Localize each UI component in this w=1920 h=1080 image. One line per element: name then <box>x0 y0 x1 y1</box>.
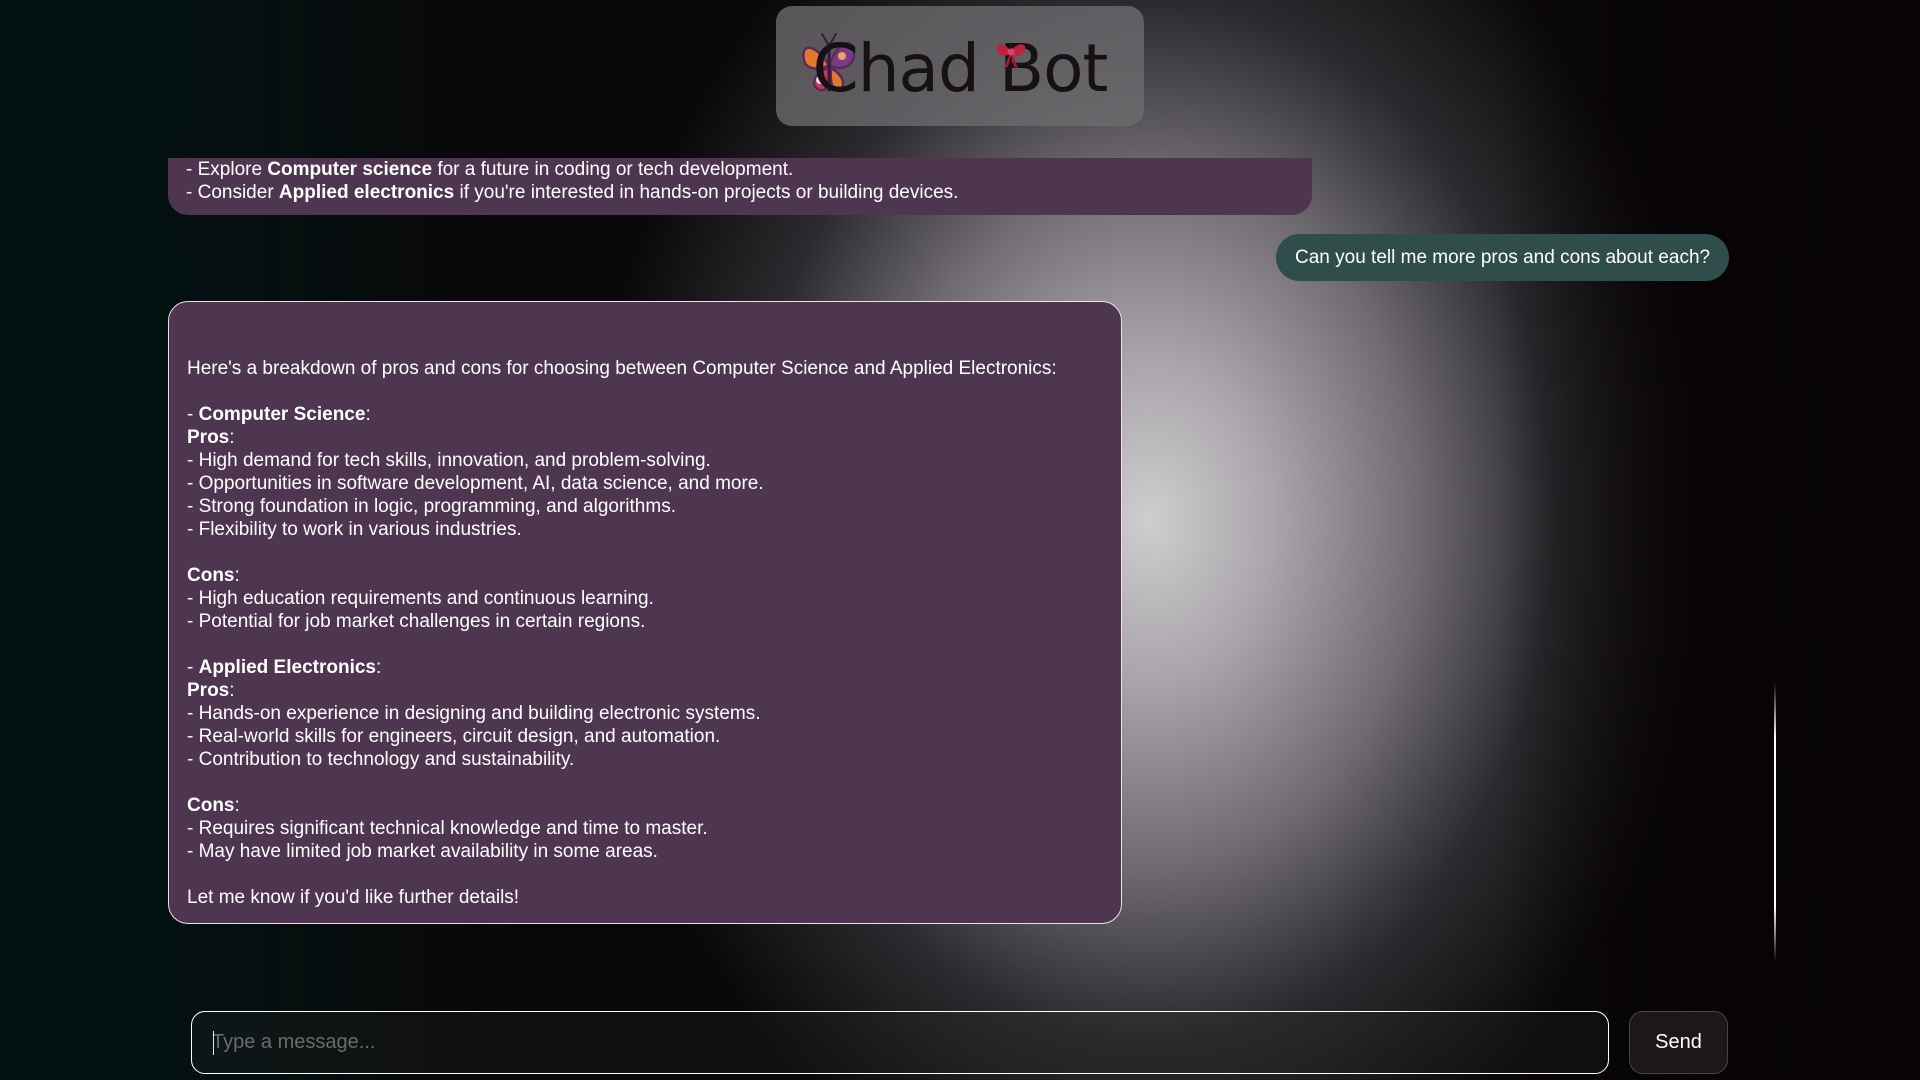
section-heading: - Computer Science: <box>187 404 371 425</box>
app-title: Chad Bot <box>812 29 1109 107</box>
list-item: - Potential for job market challenges in… <box>187 611 646 632</box>
list-item: - Hands-on experience in designing and b… <box>187 703 761 724</box>
message-line: - Explore Computer science for a future … <box>186 159 794 180</box>
app-logo: Chad Bot <box>776 6 1144 126</box>
cons-label: Cons: <box>187 795 240 816</box>
section-heading: - Applied Electronics: <box>187 657 382 678</box>
list-item: - Real-world skills for engineers, circu… <box>187 726 721 747</box>
list-item: - May have limited job market availabili… <box>187 841 658 862</box>
message-line: - Consider Applied electronics if you're… <box>186 182 959 203</box>
user-message: Can you tell me more pros and cons about… <box>1276 234 1730 281</box>
bow-icon <box>996 44 1026 68</box>
list-item: - Opportunities in software development,… <box>187 473 764 494</box>
list-item: - High education requirements and contin… <box>187 588 654 609</box>
chat-thread[interactable]: - Explore Computer science for a future … <box>168 158 1750 924</box>
send-button[interactable]: Send <box>1629 1011 1728 1074</box>
list-item: - High demand for tech skills, innovatio… <box>187 450 711 471</box>
bot-message: - Explore Computer science for a future … <box>168 158 1312 215</box>
pros-label: Pros: <box>187 680 235 701</box>
cons-label: Cons: <box>187 565 240 586</box>
text-caret <box>213 1031 214 1055</box>
list-item: - Requires significant technical knowled… <box>187 818 708 839</box>
message-intro: Here's a breakdown of pros and cons for … <box>187 358 1057 379</box>
message-closing: Let me know if you'd like further detail… <box>187 887 520 908</box>
scrollbar-thumb[interactable] <box>1774 682 1776 962</box>
bot-message: Here's a breakdown of pros and cons for … <box>168 301 1122 924</box>
list-item: - Strong foundation in logic, programmin… <box>187 496 676 517</box>
list-item: - Flexibility to work in various industr… <box>187 519 522 540</box>
pros-label: Pros: <box>187 427 235 448</box>
message-input[interactable] <box>192 1012 1608 1073</box>
list-item: - Contribution to technology and sustain… <box>187 749 575 770</box>
message-input-container[interactable] <box>191 1011 1609 1074</box>
